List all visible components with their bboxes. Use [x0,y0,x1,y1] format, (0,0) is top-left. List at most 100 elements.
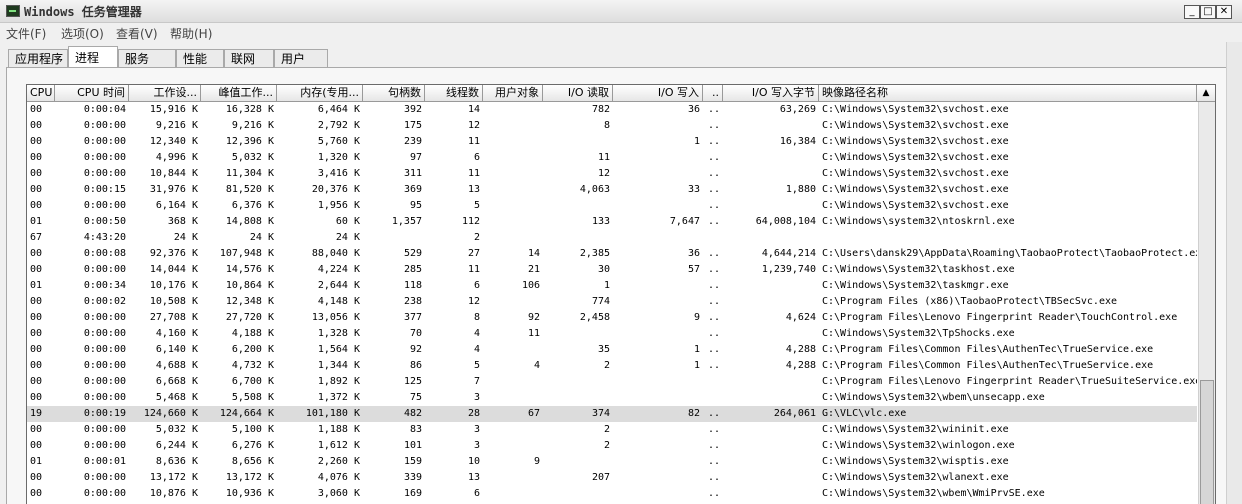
cell-io-other: .. [707,120,720,131]
process-row[interactable]: 00 0:00:00 4,996 K 5,032 K 1,320 K 97 6 11.. C:\… [27,150,1197,166]
tab-networking[interactable]: 联网 [224,49,274,67]
cell-io-other: .. [707,152,720,163]
process-row[interactable]: 00 0:00:04 15,916 K 16,328 K 6,464 K 392 14 782… [27,102,1197,118]
process-row[interactable]: 00 0:00:00 9,216 K 9,216 K 2,792 K 175 12 8.. C:… [27,118,1197,134]
process-row[interactable]: 19 0:00:19 124,660 K 124,664 K 101,180 K 482 2… [27,406,1197,422]
minimize-button[interactable]: _ [1184,5,1200,19]
cell-io-write-bytes: 4,288 [785,360,816,371]
cell-io-other: .. [707,328,720,339]
cell-io-writes: 1 [693,136,700,147]
cell-image-path: C:\Windows\System32\wisptis.exe [822,456,1009,467]
process-row[interactable]: 01 0:00:50 368 K 14,808 K 60 K 1,357 112 133 7,6… [27,214,1197,230]
cell-peak-working-set: 11,304 K [225,168,274,179]
column-header-cpu[interactable]: CPU [27,85,55,101]
cell-peak-working-set: 6,276 K [231,440,274,451]
tab-applications[interactable]: 应用程序 [8,49,68,67]
process-list[interactable]: CPU CPU 时间 工作设... 峰值工作... 内存(专用... 句柄数 线程数 用户对象… [26,84,1216,504]
cell-threads: 27 [467,248,480,259]
column-header-handles[interactable]: 句柄数 [363,85,425,101]
process-row[interactable]: 00 0:00:00 6,244 K 6,276 K 1,612 K 101 3 2.. C:\… [27,438,1197,454]
process-row[interactable]: 00 0:00:00 6,164 K 6,376 K 1,956 K 95 5.. C:\Wi… [27,198,1197,214]
tab-processes[interactable]: 进程 [68,46,118,68]
scrollbar-thumb[interactable] [1200,380,1214,504]
cell-private-memory: 3,060 K [317,488,360,499]
close-button[interactable]: ✕ [1216,5,1232,19]
task-manager-icon [6,5,20,17]
tab-performance[interactable]: 性能 [176,49,224,67]
menu-view[interactable]: 查看(V) [116,25,158,42]
cell-io-writes [613,278,703,294]
cell-io-other: .. [707,136,720,147]
cell-io-reads: 774 [591,296,610,307]
process-row[interactable]: 00 0:00:00 6,668 K 6,700 K 1,892 K 125 7 C:\Pro… [27,374,1197,390]
cell-io-writes [613,166,703,182]
cell-user-objects [483,150,543,166]
scroll-up-arrow-icon[interactable]: ▲ [1201,88,1211,98]
cell-private-memory: 1,892 K [317,376,360,387]
column-header-io-write-bytes[interactable]: I/O 写入字节 [723,85,819,101]
process-row[interactable]: 00 0:00:00 4,688 K 4,732 K 1,344 K 86 5 4 2 1.. 4,… [27,358,1197,374]
cell-io-write-bytes [723,390,819,406]
cell-user-objects [483,438,543,454]
cell-peak-working-set: 13,172 K [225,472,274,483]
menu-help[interactable]: 帮助(H) [170,25,212,42]
process-row[interactable]: 00 0:00:00 10,844 K 11,304 K 3,416 K 311 11 12.… [27,166,1197,182]
column-header-peak-working-set[interactable]: 峰值工作... [201,85,277,101]
column-header-threads[interactable]: 线程数 [425,85,483,101]
cell-io-reads: 2,458 [579,312,610,323]
cell-threads: 8 [473,312,480,323]
vertical-scrollbar[interactable] [1198,102,1215,504]
cell-image-path: C:\Program Files\Common Files\AuthenTec\… [822,360,1154,371]
column-header-private-memory[interactable]: 内存(专用... [277,85,363,101]
column-header-io-other[interactable]: .. [703,85,723,101]
cell-handles: 239 [403,136,422,147]
column-header-working-set[interactable]: 工作设... [129,85,201,101]
process-row[interactable]: 00 0:00:00 5,032 K 5,100 K 1,188 K 83 3 2.. C:\W… [27,422,1197,438]
column-header-image-path[interactable]: 映像路径名称 [819,85,1197,101]
process-row[interactable]: 00 0:00:00 27,708 K 27,720 K 13,056 K 377 8 92 2… [27,310,1197,326]
tab-users[interactable]: 用户 [274,49,328,67]
process-row[interactable]: 00 0:00:00 6,140 K 6,200 K 1,564 K 92 4 35 1.. 4,… [27,342,1197,358]
cell-image-path: C:\Windows\System32\svchost.exe [822,152,1009,163]
column-header: CPU CPU 时间 工作设... 峰值工作... 内存(专用... 句柄数 线程数 用户对象… [27,85,1215,102]
cell-threads: 7 [473,376,480,387]
cell-image-path: C:\Windows\System32\svchost.exe [822,184,1009,195]
cell-io-other: .. [707,488,720,499]
process-row[interactable]: 00 0:00:02 10,508 K 12,348 K 4,148 K 238 12 774… [27,294,1197,310]
process-row[interactable]: 01 0:00:01 8,636 K 8,656 K 2,260 K 159 10 9.. C:… [27,454,1197,470]
cell-io-writes [613,230,703,246]
menu-file[interactable]: 文件(F) [6,25,46,42]
outer-scrollbar[interactable] [1226,42,1242,504]
process-row[interactable]: 00 0:00:00 10,876 K 10,936 K 3,060 K 169 6.. C:… [27,486,1197,502]
tab-strip: 应用程序 进程 服务 性能 联网 用户 [0,46,1242,68]
process-row[interactable]: 01 0:00:34 10,176 K 10,864 K 2,644 K 118 6 106 1… [27,278,1197,294]
cell-handles: 92 [409,344,422,355]
process-row[interactable]: 00 0:00:08 92,376 K 107,948 K 88,040 K 529 27 1… [27,246,1197,262]
column-header-cpu-time[interactable]: CPU 时间 [55,85,129,101]
cell-user-objects [483,118,543,134]
cell-cpu: 01 [30,280,43,291]
process-row[interactable]: 00 0:00:00 5,468 K 5,508 K 1,372 K 75 3 C:\Wind… [27,390,1197,406]
maximize-button[interactable]: □ [1200,5,1216,19]
cell-handles: 125 [403,376,422,387]
process-row[interactable]: 00 0:00:00 14,044 K 14,576 K 4,224 K 285 11 21 3… [27,262,1197,278]
cell-io-writes [613,470,703,486]
column-header-user-objects[interactable]: 用户对象 [483,85,543,101]
column-header-io-writes[interactable]: I/O 写入 [613,85,703,101]
cell-image-path: C:\Windows\system32\ntoskrnl.exe [822,216,1015,227]
cell-io-writes [613,454,703,470]
tab-services[interactable]: 服务 [118,49,176,67]
process-row[interactable]: 67 4:43:20 24 K 24 K 24 K 2 [27,230,1197,246]
process-row[interactable]: 00 0:00:00 4,160 K 4,188 K 1,328 K 70 4 11.. C:\… [27,326,1197,342]
menu-options[interactable]: 选项(O) [61,25,104,42]
process-row[interactable]: 00 0:00:00 12,340 K 12,396 K 5,760 K 239 11 1..… [27,134,1197,150]
cell-io-write-bytes: 64,008,104 [755,216,816,227]
process-row[interactable]: 00 0:00:15 31,976 K 81,520 K 20,376 K 369 13 4,… [27,182,1197,198]
cell-working-set: 13,172 K [149,472,198,483]
process-row[interactable]: 00 0:00:00 13,172 K 13,172 K 4,076 K 339 13 207… [27,470,1197,486]
column-header-io-reads[interactable]: I/O 读取 [543,85,613,101]
cell-working-set: 6,140 K [155,344,198,355]
cell-cpu-time: 0:00:00 [83,440,126,451]
title-bar[interactable]: Windows 任务管理器 _ □ ✕ [0,0,1242,23]
cell-image-path: C:\Windows\System32\wlanext.exe [822,472,1009,483]
